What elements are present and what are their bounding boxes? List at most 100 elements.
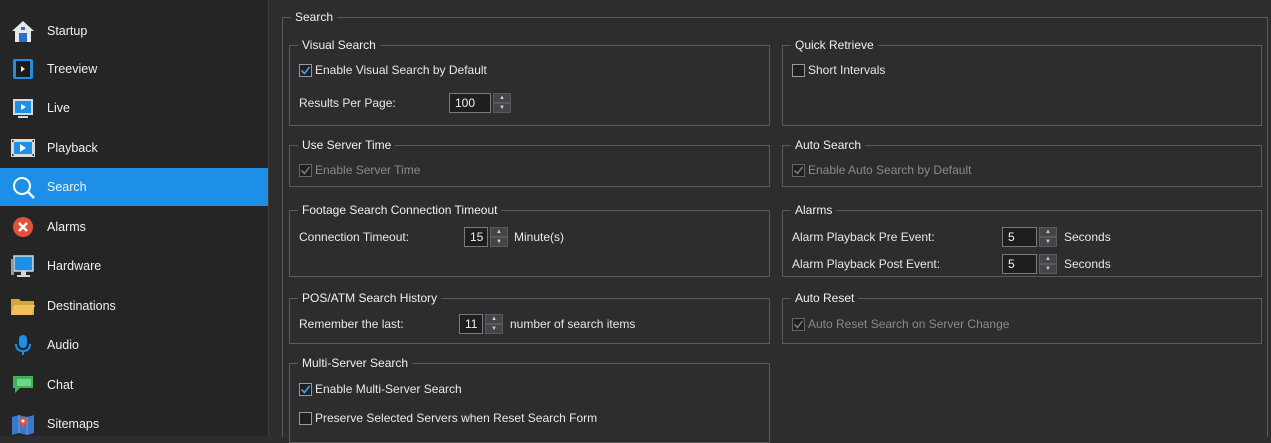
alarm-pre-event-label: Alarm Playback Pre Event: [792,230,935,244]
sidebar-item-sitemaps[interactable]: Sitemaps [0,405,268,443]
live-icon [10,95,36,121]
spin-down-button[interactable]: ▼ [490,237,508,247]
auto-reset-label: Auto Reset Search on Server Change [808,317,1010,331]
enable-visual-search-checkbox[interactable]: Enable Visual Search by Default [299,63,487,77]
footage-timeout-title: Footage Search Connection Timeout [298,203,502,217]
auto-search-group: Auto Search Enable Auto Search by Defaul… [782,138,1262,187]
sidebar-item-startup[interactable]: Startup [0,12,268,50]
connection-timeout-field[interactable]: 15 [464,227,488,247]
pos-atm-title: POS/ATM Search History [298,291,442,305]
sidebar-item-search[interactable]: Search [0,168,268,206]
footage-timeout-group: Footage Search Connection Timeout Connec… [289,203,770,277]
sidebar-item-destinations[interactable]: Destinations [0,287,268,325]
sidebar-item-label: Destinations [47,299,116,313]
enable-multi-server-checkbox[interactable]: Enable Multi-Server Search [299,382,462,396]
alarm-post-event-label: Alarm Playback Post Event: [792,257,941,271]
enable-auto-search-checkbox: Enable Auto Search by Default [792,163,971,177]
remember-last-row: Remember the last: 11 ▲ ▼ number of searc… [299,314,635,334]
sidebar-item-live[interactable]: Live [0,89,268,127]
map-icon [10,411,36,437]
spin-up-button[interactable]: ▲ [490,227,508,237]
sidebar-item-label: Playback [47,141,98,155]
enable-visual-search-label: Enable Visual Search by Default [315,63,487,77]
folder-icon [10,293,36,319]
visual-search-title: Visual Search [298,38,380,52]
spin-up-button[interactable]: ▲ [493,93,511,103]
preserve-servers-label: Preserve Selected Servers when Reset Sea… [315,411,598,425]
sidebar-item-alarms[interactable]: Alarms [0,208,268,246]
enable-multi-server-label: Enable Multi-Server Search [315,382,462,396]
quick-retrieve-title: Quick Retrieve [791,38,878,52]
pos-atm-group: POS/ATM Search History Remember the last… [289,291,770,344]
enable-auto-search-label: Enable Auto Search by Default [808,163,972,177]
alarm-pre-event-row: Alarm Playback Pre Event: 5 ▲ ▼ Seconds [792,227,1111,247]
spin-down-button[interactable]: ▼ [493,103,511,113]
checkbox-box[interactable] [792,63,805,77]
use-server-time-title: Use Server Time [298,138,396,152]
spin-up-button[interactable]: ▲ [485,314,503,324]
alarm-pre-event-unit: Seconds [1064,230,1111,244]
spin-up-button[interactable]: ▲ [1039,227,1057,237]
alarm-post-event-spinbox[interactable]: 5 ▲ ▼ [1002,254,1057,274]
results-per-page-spinbox[interactable]: 100 ▲ ▼ [449,93,511,113]
results-per-page-field[interactable]: 100 [449,93,491,113]
quick-retrieve-group: Quick Retrieve Short Intervals [782,38,1262,126]
use-server-time-group: Use Server Time Enable Server Time [289,138,770,187]
alarm-post-event-row: Alarm Playback Post Event: 5 ▲ ▼ Seconds [792,254,1111,274]
connection-timeout-label: Connection Timeout: [299,230,410,244]
microphone-icon [10,332,36,358]
sidebar-item-playback[interactable]: Playback [0,129,268,167]
sidebar-item-label: Startup [47,24,88,38]
short-intervals-checkbox[interactable]: Short Intervals [792,63,885,77]
visual-search-group: Visual Search Enable Visual Search by De… [289,38,770,126]
sidebar-item-treeview[interactable]: Treeview [0,50,268,88]
connection-timeout-unit: Minute(s) [514,230,565,244]
enable-server-time-label: Enable Server Time [315,163,421,177]
auto-reset-group: Auto Reset Auto Reset Search on Server C… [782,291,1262,344]
treeview-icon [10,56,36,82]
spin-down-button[interactable]: ▼ [1039,264,1057,274]
playback-icon [10,135,36,161]
preserve-servers-checkbox[interactable]: Preserve Selected Servers when Reset Sea… [299,411,597,425]
results-per-page-label: Results Per Page: [299,96,396,110]
multi-server-title: Multi-Server Search [298,356,413,370]
alarm-post-event-field[interactable]: 5 [1002,254,1037,274]
connection-timeout-spinbox[interactable]: 15 ▲ ▼ [464,227,508,247]
checkbox-box[interactable] [299,63,312,77]
remember-last-field[interactable]: 11 [459,314,483,334]
spin-down-button[interactable]: ▼ [1039,237,1057,247]
sidebar-item-hardware[interactable]: Hardware [0,247,268,285]
alarm-icon [10,214,36,240]
sidebar-item-audio[interactable]: Audio [0,326,268,364]
alarm-pre-event-spinbox[interactable]: 5 ▲ ▼ [1002,227,1057,247]
alarms-group: Alarms Alarm Playback Pre Event: 5 ▲ ▼ Se… [782,203,1262,277]
monitor-icon [10,253,36,279]
auto-search-title: Auto Search [791,138,866,152]
checkbox-box [299,163,312,177]
search-group-title: Search [291,10,338,24]
spin-down-button[interactable]: ▼ [485,324,503,334]
alarm-pre-event-field[interactable]: 5 [1002,227,1037,247]
checkbox-box[interactable] [299,411,312,425]
connection-timeout-row: Connection Timeout: 15 ▲ ▼ Minute(s) [299,227,564,247]
sidebar-item-label: Chat [47,378,74,392]
sidebar-item-chat[interactable]: Chat [0,366,268,404]
search-icon [10,174,36,200]
sidebar: Startup Treeview Live Playback Search Al… [0,0,269,436]
auto-reset-title: Auto Reset [791,291,859,305]
sidebar-item-label: Live [47,101,70,115]
remember-last-label: Remember the last: [299,317,404,331]
short-intervals-label: Short Intervals [808,63,886,77]
alarms-title: Alarms [791,203,837,217]
sidebar-item-label: Audio [47,338,79,352]
home-icon [10,18,36,44]
remember-last-unit: number of search items [510,317,636,331]
sidebar-item-label: Hardware [47,259,102,273]
checkbox-box[interactable] [299,382,312,396]
sidebar-item-label: Alarms [47,220,86,234]
remember-last-spinbox[interactable]: 11 ▲ ▼ [459,314,503,334]
sidebar-item-label: Sitemaps [47,417,100,431]
auto-reset-checkbox: Auto Reset Search on Server Change [792,317,1009,331]
checkbox-box [792,317,805,331]
spin-up-button[interactable]: ▲ [1039,254,1057,264]
